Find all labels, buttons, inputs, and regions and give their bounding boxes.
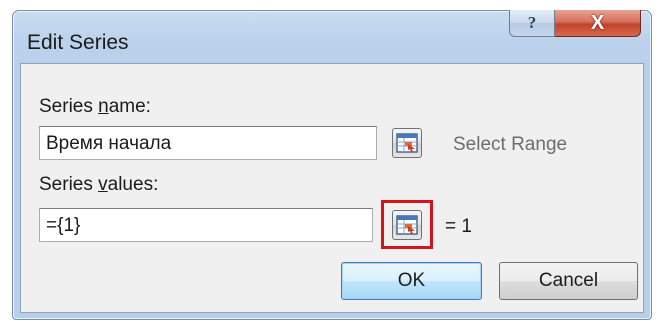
- dialog-title: Edit Series: [27, 31, 129, 54]
- series-name-range-button[interactable]: [392, 128, 422, 158]
- series-name-label: Series name:: [39, 96, 151, 117]
- series-values-range-button[interactable]: [392, 210, 422, 240]
- help-icon: ?: [527, 13, 537, 32]
- series-values-label: Series values:: [39, 174, 159, 195]
- range-select-icon: [396, 215, 418, 235]
- cancel-button[interactable]: Cancel: [499, 262, 638, 300]
- close-icon: X: [590, 11, 605, 34]
- edit-series-dialog: Edit Series ? X Series name: Время начал…: [12, 10, 652, 320]
- help-button[interactable]: ?: [509, 10, 555, 37]
- series-name-range-preview: Select Range: [453, 134, 568, 155]
- ok-button[interactable]: OK: [341, 262, 482, 300]
- range-select-icon: [396, 133, 418, 153]
- series-values-input[interactable]: ={1}: [39, 208, 373, 242]
- close-button[interactable]: X: [555, 10, 641, 37]
- series-name-input[interactable]: Время начала: [39, 126, 377, 160]
- dialog-body: Series name: Время начала Select Range S…: [20, 63, 644, 313]
- series-values-range-preview: = 1: [445, 216, 472, 237]
